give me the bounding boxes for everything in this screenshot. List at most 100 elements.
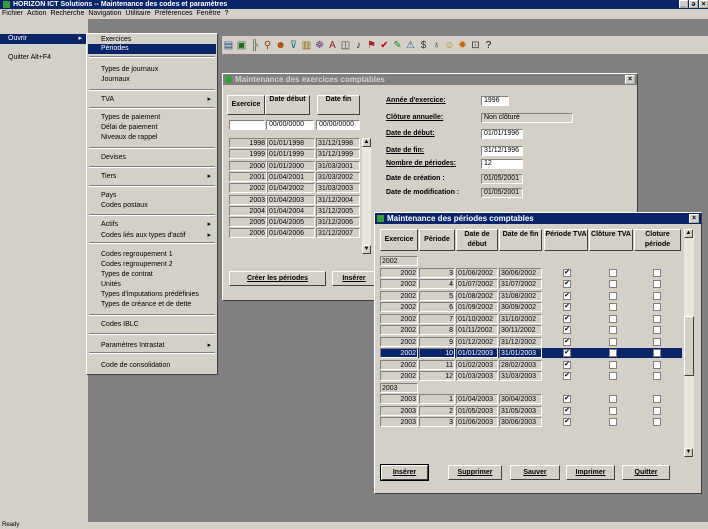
periodes-debut-cell[interactable]: 01/04/2003 [456,394,498,404]
date-fin-cell[interactable]: 31/03/2001 [316,160,360,171]
cloture-periode-checkbox[interactable] [653,349,661,357]
periodes-periode-cell[interactable]: 3 [419,417,455,427]
cloture-tva-checkbox[interactable] [609,372,617,380]
menubar-item-6[interactable]: Fenêtre [194,10,222,17]
periodes-button-3[interactable]: Imprimer [566,465,615,480]
periodes-fin-cell[interactable]: 31/08/2002 [499,290,542,301]
filter-icon[interactable]: ⊽ [287,40,300,51]
date-debut-cell[interactable]: 01/04/2003 [267,194,315,205]
submenu-item[interactable]: Délai de paiement [101,123,157,132]
periodes-fin-cell[interactable]: 31/03/2003 [499,371,542,381]
cloture-tva-checkbox[interactable] [609,406,617,415]
nb-periodes-value[interactable]: 12 [481,159,523,169]
date-fin-cell[interactable]: 31/12/2005 [316,205,360,216]
periodes-periode-cell[interactable]: 7 [419,313,455,324]
periode-tva-checkbox[interactable]: ✔ [563,360,571,369]
periodes-periode-cell[interactable]: 1 [419,394,455,404]
cloture-periode-checkbox[interactable] [653,337,661,346]
periodes-fin-cell[interactable]: 28/02/2003 [499,359,542,370]
tree-icon[interactable]: ╠ [248,40,261,51]
periodes-fin-cell[interactable]: 30/09/2002 [499,302,542,312]
submenu-item[interactable]: Codes postaux [101,201,148,210]
submenu-item[interactable]: Codes regroupement 2 [101,260,173,269]
periodes-debut-cell[interactable]: 01/03/2003 [456,371,498,381]
restore-button[interactable]: ə [689,0,698,8]
filter-date-fin[interactable]: 00/00/0000 [316,120,360,130]
scroll-down-icon[interactable]: ▼ [684,448,693,457]
submenu-item[interactable]: Unités [101,280,121,289]
menu-ouvrir[interactable]: Ouvrir ▸ [0,34,86,44]
cloture-periode-checkbox[interactable] [653,303,661,311]
periodes-fin-cell[interactable]: 31/12/2002 [499,336,542,347]
exercice-cell[interactable]: 2005 [229,217,267,228]
periodes-button-0[interactable]: Insérer [380,464,429,481]
submenu-item[interactable]: Codes liés aux types d'actif [101,231,186,240]
submenu-item[interactable]: TVA [101,95,114,104]
cloture-periode-checkbox[interactable] [653,360,661,369]
cloture-tva-checkbox[interactable] [609,418,617,426]
cloture-periode-checkbox[interactable] [653,326,661,334]
music-icon[interactable]: ♪ [352,40,365,51]
periode-tva-checkbox[interactable]: ✔ [563,372,571,380]
window-icon[interactable]: ◫ [339,40,352,51]
periodes-exercice-cell[interactable]: 2002 [380,279,418,289]
exercice-cell[interactable]: 2006 [229,228,267,239]
gear-icon[interactable]: ✹ [456,40,469,51]
cloture-periode-checkbox[interactable] [653,406,661,415]
creer-periodes-button[interactable]: Créer les périodes [229,271,326,286]
periodes-button-2[interactable]: Sauver [510,465,560,480]
periodes-debut-cell[interactable]: 01/02/2003 [456,359,498,370]
menubar-item-0[interactable]: Fichier [0,10,25,17]
smiley-icon[interactable]: ☺ [443,40,456,51]
date-debut-cell[interactable]: 01/04/2004 [267,205,315,216]
submenu-item[interactable]: Exercices [101,35,131,44]
periodes-button-1[interactable]: Supprimer [448,465,502,480]
periodes-periode-cell[interactable]: 3 [419,267,455,278]
exercice-cell[interactable]: 2001 [229,171,267,182]
menubar-item-3[interactable]: Navigation [86,10,123,17]
exercice-cell[interactable]: 2000 [229,160,267,171]
periode-tva-checkbox[interactable]: ✔ [563,280,571,288]
minimize-button[interactable]: _ [679,0,688,8]
periodes-periode-cell[interactable]: 4 [419,279,455,289]
warning-icon[interactable]: ⚠ [404,40,417,51]
date-fin-cell[interactable]: 31/12/1998 [316,138,360,148]
date-debut-cell[interactable]: 01/04/2005 [267,217,315,228]
close-icon[interactable]: × [625,75,635,84]
people-icon[interactable]: ☻ [274,40,287,51]
periodes-debut-cell[interactable]: 01/07/2002 [456,279,498,289]
date-fin-cell[interactable]: 31/03/2002 [316,171,360,182]
cloture-tva-checkbox[interactable] [609,326,617,334]
submenu-item[interactable]: Devises [101,153,126,162]
cloture-periode-checkbox[interactable] [653,291,661,300]
periodes-debut-cell[interactable]: 01/01/2003 [456,348,498,358]
periodes-debut-cell[interactable]: 01/08/2002 [456,290,498,301]
submenu-item[interactable]: Code de consolidation [101,361,170,370]
periodes-button-4[interactable]: Quitter [622,465,670,480]
fin-value[interactable]: 31/12/1996 [481,146,523,156]
periodes-exercice-cell[interactable]: 2003 [380,417,418,427]
scroll-up-icon[interactable]: ▲ [362,138,371,147]
submenu-item[interactable]: Codes IBLC [101,320,139,329]
periodes-debut-cell[interactable]: 01/10/2002 [456,313,498,324]
check-icon[interactable]: ✔ [378,40,391,51]
periodes-debut-cell[interactable]: 01/11/2002 [456,325,498,335]
binoculars-icon[interactable]: ♁ [430,40,443,51]
menu-quitter[interactable]: Quitter Alt+F4 [8,54,51,61]
exercice-cell[interactable]: 1999 [229,149,267,160]
periode-tva-checkbox[interactable]: ✔ [563,314,571,323]
periodes-exercice-cell[interactable]: 2002 [380,336,418,347]
cloture-tva-checkbox[interactable] [609,280,617,288]
periodes-exercice-cell[interactable]: 2002 [380,267,418,278]
date-fin-cell[interactable]: 31/12/1999 [316,149,360,160]
inserer-button[interactable]: Insérer [332,271,376,286]
exercice-cell[interactable]: 2004 [229,205,267,216]
periodes-fin-cell[interactable]: 31/10/2002 [499,313,542,324]
periodes-exercice-cell[interactable]: 2002 [380,313,418,324]
save-icon[interactable]: ▣ [235,40,248,51]
cloture-periode-checkbox[interactable] [653,418,661,426]
periodes-fin-cell[interactable]: 30/11/2002 [499,325,542,335]
cloture-periode-checkbox[interactable] [653,268,661,277]
submenu-item[interactable]: Journaux [101,75,130,84]
cloture-tva-checkbox[interactable] [609,349,617,357]
